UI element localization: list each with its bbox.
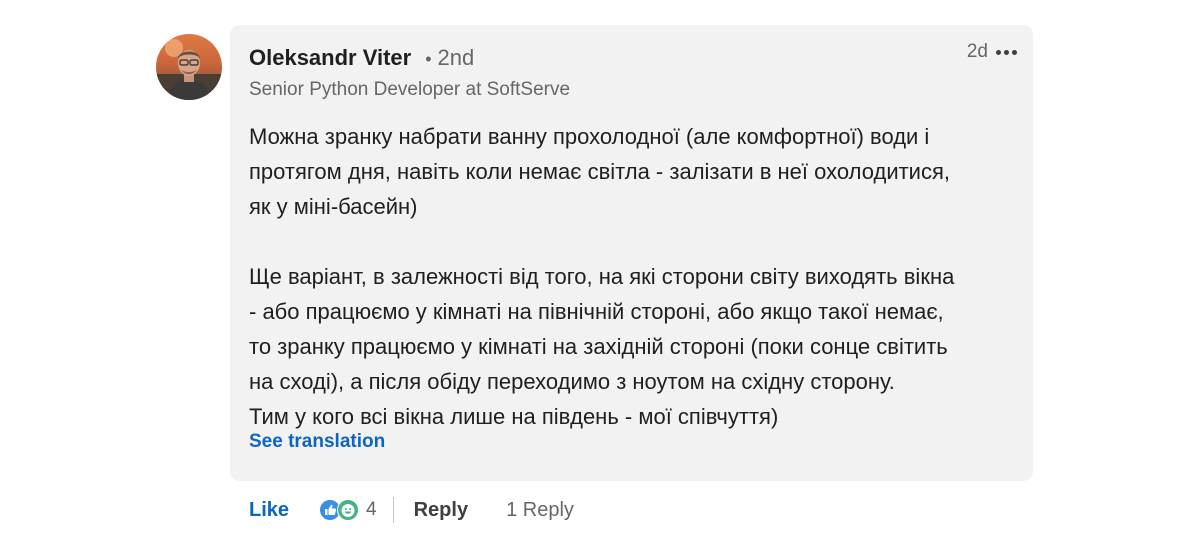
comment-bubble: Oleksandr Viter • 2nd Senior Python Deve… [230,25,1033,481]
comment-paragraph: Можна зранку набрати ванну прохолодної (… [249,124,950,219]
like-button[interactable]: Like [249,499,289,522]
comment-actions: Like 4 Reply 1 Reply [249,492,574,528]
author-row: Oleksandr Viter • 2nd [249,45,474,71]
connection-degree: 2nd [437,45,475,70]
author-name[interactable]: Oleksandr Viter [249,45,411,71]
action-divider [392,497,394,523]
comment-timestamp: 2d [966,41,988,62]
reactions-summary[interactable]: 4 [319,499,377,521]
comment-paragraph: Ще варіант, в залежності від того, на як… [249,264,955,429]
reply-button[interactable]: Reply [414,499,468,522]
author-headline: Senior Python Developer at SoftServe [249,79,571,100]
bullet-separator: • [425,49,432,69]
comment-meta: 2d [967,41,1017,63]
more-horizontal-icon[interactable] [996,46,1017,59]
replies-count-link[interactable]: 1 Reply [506,499,574,522]
comment-text: Можна зранку набрати ванну прохолодної (… [249,119,1019,434]
avatar[interactable] [156,34,222,100]
reaction-count: 4 [366,499,377,520]
see-translation-link[interactable]: See translation [249,431,385,453]
funny-reaction-icon [337,499,360,521]
avatar-photo [156,34,222,100]
comment-container: Oleksandr Viter • 2nd Senior Python Deve… [0,0,1200,550]
